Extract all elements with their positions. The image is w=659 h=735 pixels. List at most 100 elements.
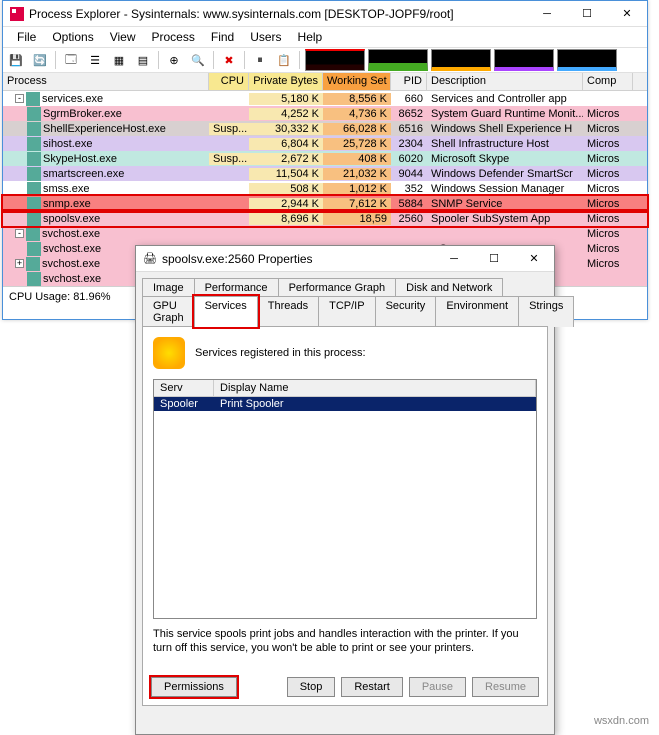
cell-pb: 2,944 K	[249, 198, 323, 210]
cell-pb: 6,804 K	[249, 138, 323, 150]
dialog-maximize-button[interactable]: ☐	[474, 247, 514, 271]
physical-chart[interactable]	[494, 49, 554, 71]
services-list[interactable]: Serv Display Name Spooler Print Spooler	[153, 379, 537, 619]
cell-desc: SNMP Service	[427, 198, 583, 210]
toolbar: 💾 🔄 🗔 ☰ ▦ ▤ ⊕ 🔍 ✖ ⏸ 📋	[3, 47, 647, 73]
cell-pid: 6516	[391, 123, 427, 135]
titlebar: Process Explorer - Sysinternals: www.sys…	[3, 1, 647, 27]
cell-ws: 21,032 K	[323, 168, 391, 180]
menu-users[interactable]: Users	[242, 28, 289, 46]
dialog-close-button[interactable]: ✕	[514, 247, 554, 271]
process-icon	[27, 197, 41, 211]
suspend-icon[interactable]: ⏸	[249, 49, 271, 71]
tab-security[interactable]: Security	[375, 296, 437, 327]
cell-comp: Micros	[583, 138, 633, 150]
tab-gpu-graph[interactable]: GPU Graph	[142, 296, 195, 327]
cell-comp: Micros	[583, 183, 633, 195]
cell-pid: 352	[391, 183, 427, 195]
minimize-button[interactable]: ─	[527, 2, 567, 26]
cell-ws: 66,028 K	[323, 123, 391, 135]
cell-cpu: Susp...	[209, 153, 249, 165]
menu-file[interactable]: File	[9, 28, 44, 46]
cell-comp: Micros	[583, 168, 633, 180]
cell-comp: Micros	[583, 198, 633, 210]
find-icon[interactable]: 🔍	[187, 49, 209, 71]
tab-disk-network[interactable]: Disk and Network	[395, 278, 503, 297]
handle-icon[interactable]: ▤	[132, 49, 154, 71]
cell-cpu: Susp...	[209, 123, 249, 135]
process-row[interactable]: -services.exe5,180 K8,556 K660Services a…	[3, 91, 647, 106]
col-description[interactable]: Description	[427, 73, 583, 90]
menu-view[interactable]: View	[102, 28, 144, 46]
service-row[interactable]: Spooler Print Spooler	[154, 397, 536, 411]
maximize-button[interactable]: ☐	[567, 2, 607, 26]
restart-button[interactable]: Restart	[341, 677, 402, 697]
process-row[interactable]: SkypeHost.exeSusp...2,672 K408 K6020Micr…	[3, 151, 647, 166]
process-row[interactable]: sihost.exe6,804 K25,728 K2304Shell Infra…	[3, 136, 647, 151]
cpu-chart[interactable]	[305, 49, 365, 71]
cell-pb: 8,696 K	[249, 213, 323, 225]
watermark: wsxdn.com	[594, 715, 649, 727]
tab-threads[interactable]: Threads	[257, 296, 319, 327]
cell-desc: Microsoft Skype	[427, 153, 583, 165]
cell-pid: 5884	[391, 198, 427, 210]
stop-button[interactable]: Stop	[287, 677, 336, 697]
process-row[interactable]: SgrmBroker.exe4,252 K4,736 K8652System G…	[3, 106, 647, 121]
grid-header: Process CPU Private Bytes Working Set PI…	[3, 73, 647, 91]
save-icon[interactable]: 💾	[5, 49, 27, 71]
col-cpu[interactable]: CPU	[209, 73, 249, 90]
col-process[interactable]: Process	[3, 73, 209, 90]
cell-pb: 508 K	[249, 183, 323, 195]
tab-services[interactable]: Services	[194, 296, 258, 327]
cell-ws: 25,728 K	[323, 138, 391, 150]
properties-icon[interactable]: 📋	[273, 49, 295, 71]
tab-perf-graph[interactable]: Performance Graph	[278, 278, 397, 297]
expand-icon[interactable]: +	[15, 259, 24, 268]
expand-icon[interactable]: -	[15, 94, 24, 103]
col-company[interactable]: Comp	[583, 73, 633, 90]
process-name: smartscreen.exe	[43, 168, 124, 180]
gpu-chart[interactable]	[557, 49, 617, 71]
cell-ws: 7,612 K	[323, 198, 391, 210]
menu-find[interactable]: Find	[203, 28, 242, 46]
cell-comp: Micros	[583, 258, 633, 270]
tab-strings[interactable]: Strings	[518, 296, 574, 327]
col-display-name[interactable]: Display Name	[214, 380, 536, 396]
dialog-buttons: Permissions Stop Restart Pause Resume	[143, 669, 547, 705]
process-icon	[27, 272, 41, 286]
permissions-button[interactable]: Permissions	[151, 677, 237, 697]
process-row[interactable]: -svchost.exeMicros	[3, 226, 647, 241]
process-row[interactable]: spoolsv.exe8,696 K18,592560Spooler SubSy…	[3, 211, 647, 226]
process-name: services.exe	[42, 93, 103, 105]
col-service[interactable]: Serv	[154, 380, 214, 396]
dialog-minimize-button[interactable]: ─	[434, 247, 474, 271]
io-chart[interactable]	[431, 49, 491, 71]
tab-performance[interactable]: Performance	[194, 278, 279, 297]
cell-desc: Windows Defender SmartScr	[427, 168, 583, 180]
sysinfo-icon[interactable]: 🗔	[60, 49, 82, 71]
cell-ws: 8,556 K	[323, 93, 391, 105]
tab-environment[interactable]: Environment	[435, 296, 519, 327]
process-name: svchost.exe	[43, 243, 101, 255]
process-row[interactable]: snmp.exe2,944 K7,612 K5884SNMP ServiceMi…	[3, 196, 647, 211]
process-name: svchost.exe	[43, 273, 101, 285]
menu-options[interactable]: Options	[44, 28, 101, 46]
col-pid[interactable]: PID	[391, 73, 427, 90]
tab-tcpip[interactable]: TCP/IP	[318, 296, 375, 327]
dll-icon[interactable]: ▦	[108, 49, 130, 71]
expand-icon[interactable]: -	[15, 229, 24, 238]
tab-image[interactable]: Image	[142, 278, 195, 297]
col-working-set[interactable]: Working Set	[323, 73, 391, 90]
menu-help[interactable]: Help	[290, 28, 331, 46]
kill-icon[interactable]: ✖	[218, 49, 240, 71]
commit-chart[interactable]	[368, 49, 428, 71]
tree-icon[interactable]: ☰	[84, 49, 106, 71]
menu-process[interactable]: Process	[144, 28, 203, 46]
process-row[interactable]: smss.exe508 K1,012 K352Windows Session M…	[3, 181, 647, 196]
close-button[interactable]: ✕	[607, 2, 647, 26]
col-private-bytes[interactable]: Private Bytes	[249, 73, 323, 90]
refresh-icon[interactable]: 🔄	[29, 49, 51, 71]
target-icon[interactable]: ⊕	[163, 49, 185, 71]
process-row[interactable]: smartscreen.exe11,504 K21,032 K9044Windo…	[3, 166, 647, 181]
process-row[interactable]: ShellExperienceHost.exeSusp...30,332 K66…	[3, 121, 647, 136]
